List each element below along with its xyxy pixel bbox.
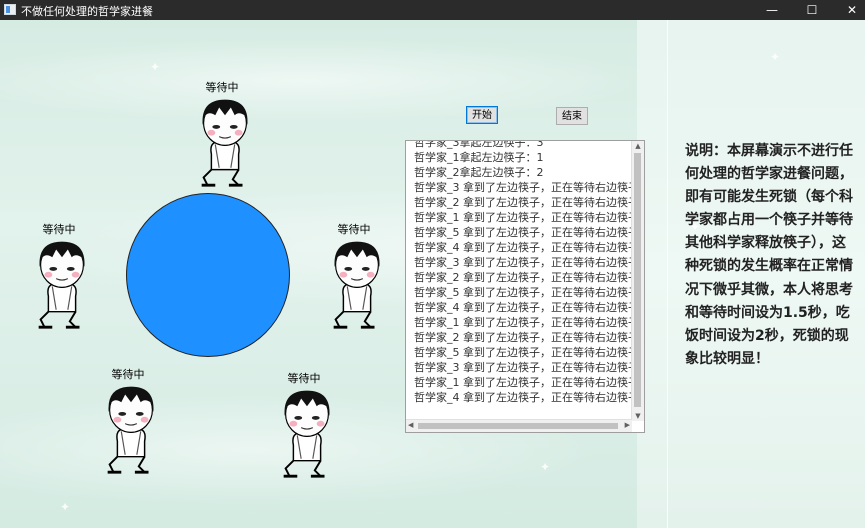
log-line: 哲学家_2 拿到了左边筷子，正在等待右边筷子: [414, 271, 634, 284]
log-line: 哲学家_5 拿到了左边筷子，正在等待右边筷子: [414, 226, 634, 239]
background-divider: [667, 20, 668, 528]
log-line: 哲学家_2 拿到了左边筷子，正在等待右边筷子: [414, 196, 634, 209]
philosopher-3: 等待中: [314, 221, 394, 331]
log-line: 哲学家_4 拿到了左边筷子，正在等待右边筷子: [414, 391, 634, 404]
log-content: 哲学家_3拿起左边筷子：3 哲学家_1拿起左边筷子：1 哲学家_2拿起左边筷子：…: [414, 140, 634, 418]
scroll-up-arrow-icon[interactable]: ▲: [632, 142, 644, 150]
horizontal-scroll-thumb[interactable]: [418, 423, 618, 429]
title-bar: 不做任何处理的哲学家进餐 — ☐ ✕: [0, 0, 865, 20]
log-line: 哲学家_1 拿到了左边筷子，正在等待右边筷子: [414, 376, 634, 389]
log-line: 哲学家_3 拿到了左边筷子，正在等待右边筷子: [414, 361, 634, 374]
philosopher-2: 等待中: [19, 221, 99, 331]
log-line: 哲学家_5 拿到了左边筷子，正在等待右边筷子: [414, 286, 634, 299]
start-button[interactable]: 开始: [466, 106, 498, 124]
philosopher-1: 等待中: [182, 79, 262, 189]
dining-table: [126, 193, 290, 357]
window-app-icon: [4, 4, 16, 15]
window-title: 不做任何处理的哲学家进餐: [21, 5, 153, 18]
description-text: 说明：本屏幕演示不进行任何处理的哲学家进餐问题，即有可能发生死锁（每个科学家都占…: [685, 143, 853, 367]
log-line: 哲学家_1 拿到了左边筷子，正在等待右边筷子: [414, 211, 634, 224]
philosopher-5: 等待中: [264, 370, 344, 480]
vertical-scroll-thumb[interactable]: [634, 153, 641, 407]
log-line: 哲学家_1拿起左边筷子：1: [414, 151, 544, 164]
scroll-left-arrow-icon[interactable]: ◀: [408, 421, 413, 429]
log-line: 哲学家_2拿起左边筷子：2: [414, 166, 544, 179]
meme-student-avatar-icon: [37, 240, 86, 329]
scroll-right-arrow-icon[interactable]: ▶: [625, 421, 630, 429]
end-button[interactable]: 结束: [556, 107, 588, 125]
meme-student-avatar-icon: [282, 389, 331, 478]
log-line: 哲学家_1 拿到了左边筷子，正在等待右边筷子: [414, 316, 634, 329]
philosopher-4: 等待中: [88, 366, 168, 476]
vertical-scrollbar[interactable]: ▲ ▼: [631, 141, 644, 421]
log-line: 哲学家_3 拿到了左边筷子，正在等待右边筷子: [414, 181, 634, 194]
close-button[interactable]: ✕: [829, 0, 865, 20]
log-line: 哲学家_3拿起左边筷子：3: [414, 140, 544, 149]
log-line: 哲学家_5 拿到了左边筷子，正在等待右边筷子: [414, 346, 634, 359]
meme-student-avatar-icon: [106, 385, 155, 474]
meme-student-avatar-icon: [200, 98, 249, 187]
log-line: 哲学家_4 拿到了左边筷子，正在等待右边筷子: [414, 241, 634, 254]
log-line: 哲学家_4 拿到了左边筷子，正在等待右边筷子: [414, 301, 634, 314]
sparkle-icon: ✦: [150, 60, 161, 74]
sparkle-icon: ✦: [770, 50, 781, 64]
meme-student-avatar-icon: [332, 240, 381, 329]
sparkle-icon: ✦: [540, 460, 551, 474]
log-line: 哲学家_3 拿到了左边筷子，正在等待右边筷子: [414, 256, 634, 269]
sparkle-icon: ✦: [60, 500, 71, 514]
log-line: 哲学家_2 拿到了左边筷子，正在等待右边筷子: [414, 331, 634, 344]
horizontal-scrollbar[interactable]: ◀ ▶: [406, 419, 632, 432]
scroll-down-arrow-icon[interactable]: ▼: [632, 412, 644, 420]
log-textarea[interactable]: 哲学家_3拿起左边筷子：3 哲学家_1拿起左边筷子：1 哲学家_2拿起左边筷子：…: [405, 140, 645, 433]
